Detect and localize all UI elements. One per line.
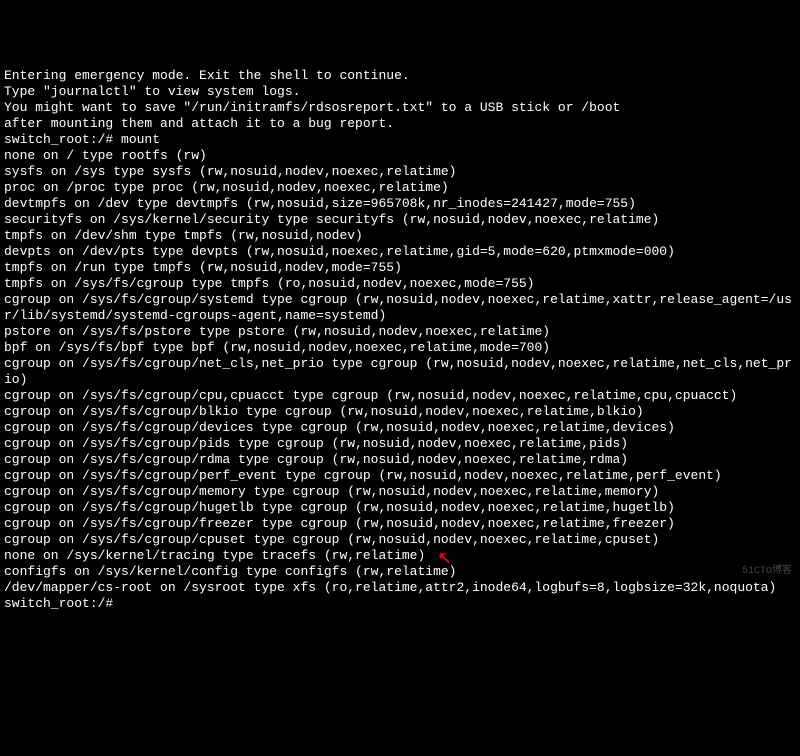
terminal-line: none on / type rootfs (rw) [4,148,796,164]
terminal-line: switch_root:/# mount [4,132,796,148]
terminal-line: pstore on /sys/fs/pstore type pstore (rw… [4,324,796,340]
terminal-line: devpts on /dev/pts type devpts (rw,nosui… [4,244,796,260]
terminal-line: sysfs on /sys type sysfs (rw,nosuid,node… [4,164,796,180]
terminal-line: cgroup on /sys/fs/cgroup/freezer type cg… [4,516,796,532]
terminal-line: cgroup on /sys/fs/cgroup/perf_event type… [4,468,796,484]
terminal-line: You might want to save "/run/initramfs/r… [4,100,796,116]
terminal-line: securityfs on /sys/kernel/security type … [4,212,796,228]
terminal-line: tmpfs on /dev/shm type tmpfs (rw,nosuid,… [4,228,796,244]
terminal-line: cgroup on /sys/fs/cgroup/net_cls,net_pri… [4,356,796,388]
terminal-line: cgroup on /sys/fs/cgroup/cpuset type cgr… [4,532,796,548]
terminal-line: proc on /proc type proc (rw,nosuid,nodev… [4,180,796,196]
terminal-line: /dev/mapper/cs-root on /sysroot type xfs… [4,580,796,596]
watermark-text: 51CTO博客 [742,564,792,580]
terminal-line: configfs on /sys/kernel/config type conf… [4,564,796,580]
terminal-line: after mounting them and attach it to a b… [4,116,796,132]
terminal-output[interactable]: Entering emergency mode. Exit the shell … [4,68,796,612]
terminal-line: switch_root:/# [4,596,796,612]
terminal-line: cgroup on /sys/fs/cgroup/hugetlb type cg… [4,500,796,516]
terminal-line: cgroup on /sys/fs/cgroup/cpu,cpuacct typ… [4,388,796,404]
terminal-line: tmpfs on /sys/fs/cgroup type tmpfs (ro,n… [4,276,796,292]
terminal-line: cgroup on /sys/fs/cgroup/pids type cgrou… [4,436,796,452]
terminal-line: none on /sys/kernel/tracing type tracefs… [4,548,796,564]
terminal-line: Entering emergency mode. Exit the shell … [4,68,796,84]
terminal-line: tmpfs on /run type tmpfs (rw,nosuid,node… [4,260,796,276]
terminal-line: bpf on /sys/fs/bpf type bpf (rw,nosuid,n… [4,340,796,356]
terminal-line: Type "journalctl" to view system logs. [4,84,796,100]
terminal-line: cgroup on /sys/fs/cgroup/blkio type cgro… [4,404,796,420]
terminal-line: devtmpfs on /dev type devtmpfs (rw,nosui… [4,196,796,212]
terminal-line: cgroup on /sys/fs/cgroup/memory type cgr… [4,484,796,500]
terminal-line: cgroup on /sys/fs/cgroup/systemd type cg… [4,292,796,324]
terminal-line: cgroup on /sys/fs/cgroup/rdma type cgrou… [4,452,796,468]
terminal-line: cgroup on /sys/fs/cgroup/devices type cg… [4,420,796,436]
